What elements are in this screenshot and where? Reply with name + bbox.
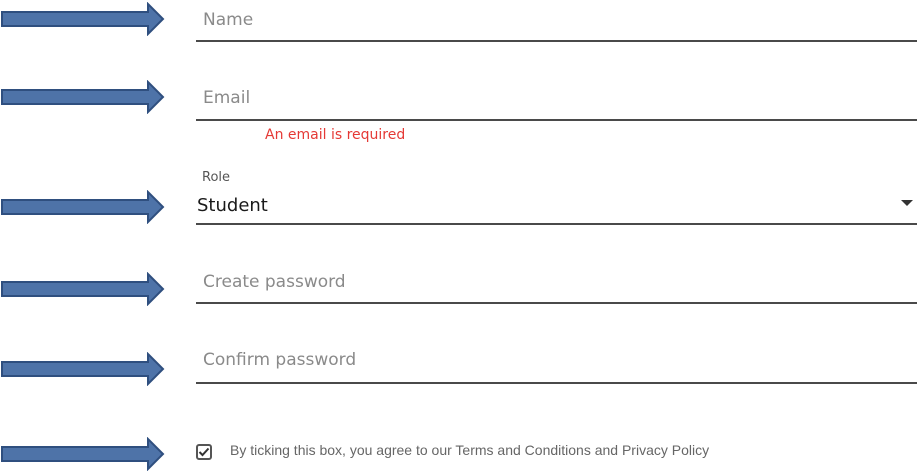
terms-checkbox[interactable]	[196, 444, 212, 460]
arrow-right-icon	[1, 190, 165, 224]
create-password-input[interactable]	[196, 262, 917, 302]
terms-label[interactable]: By ticking this box, you agree to our Te…	[230, 442, 709, 458]
arrow-right-icon	[1, 352, 165, 386]
email-input[interactable]	[196, 78, 917, 118]
role-label: Role	[202, 170, 231, 185]
role-selected-value: Student	[197, 195, 268, 216]
arrow-right-icon	[1, 272, 165, 306]
confirm-password-field	[196, 340, 917, 380]
email-field	[196, 78, 917, 118]
caret-down-icon	[901, 200, 913, 206]
role-underline	[196, 223, 917, 225]
name-field	[196, 0, 917, 40]
email-error-message: An email is required	[265, 127, 406, 143]
role-select[interactable]	[196, 186, 917, 224]
create-password-field	[196, 262, 917, 302]
email-underline	[196, 119, 917, 121]
name-underline	[196, 40, 917, 42]
confirm-password-input[interactable]	[196, 340, 917, 380]
name-input[interactable]	[196, 0, 917, 40]
check-icon	[198, 447, 210, 457]
create-password-underline	[196, 302, 917, 304]
confirm-password-underline	[196, 382, 917, 384]
arrow-right-icon	[1, 2, 165, 36]
arrow-right-icon	[1, 437, 165, 471]
arrow-right-icon	[1, 80, 165, 114]
